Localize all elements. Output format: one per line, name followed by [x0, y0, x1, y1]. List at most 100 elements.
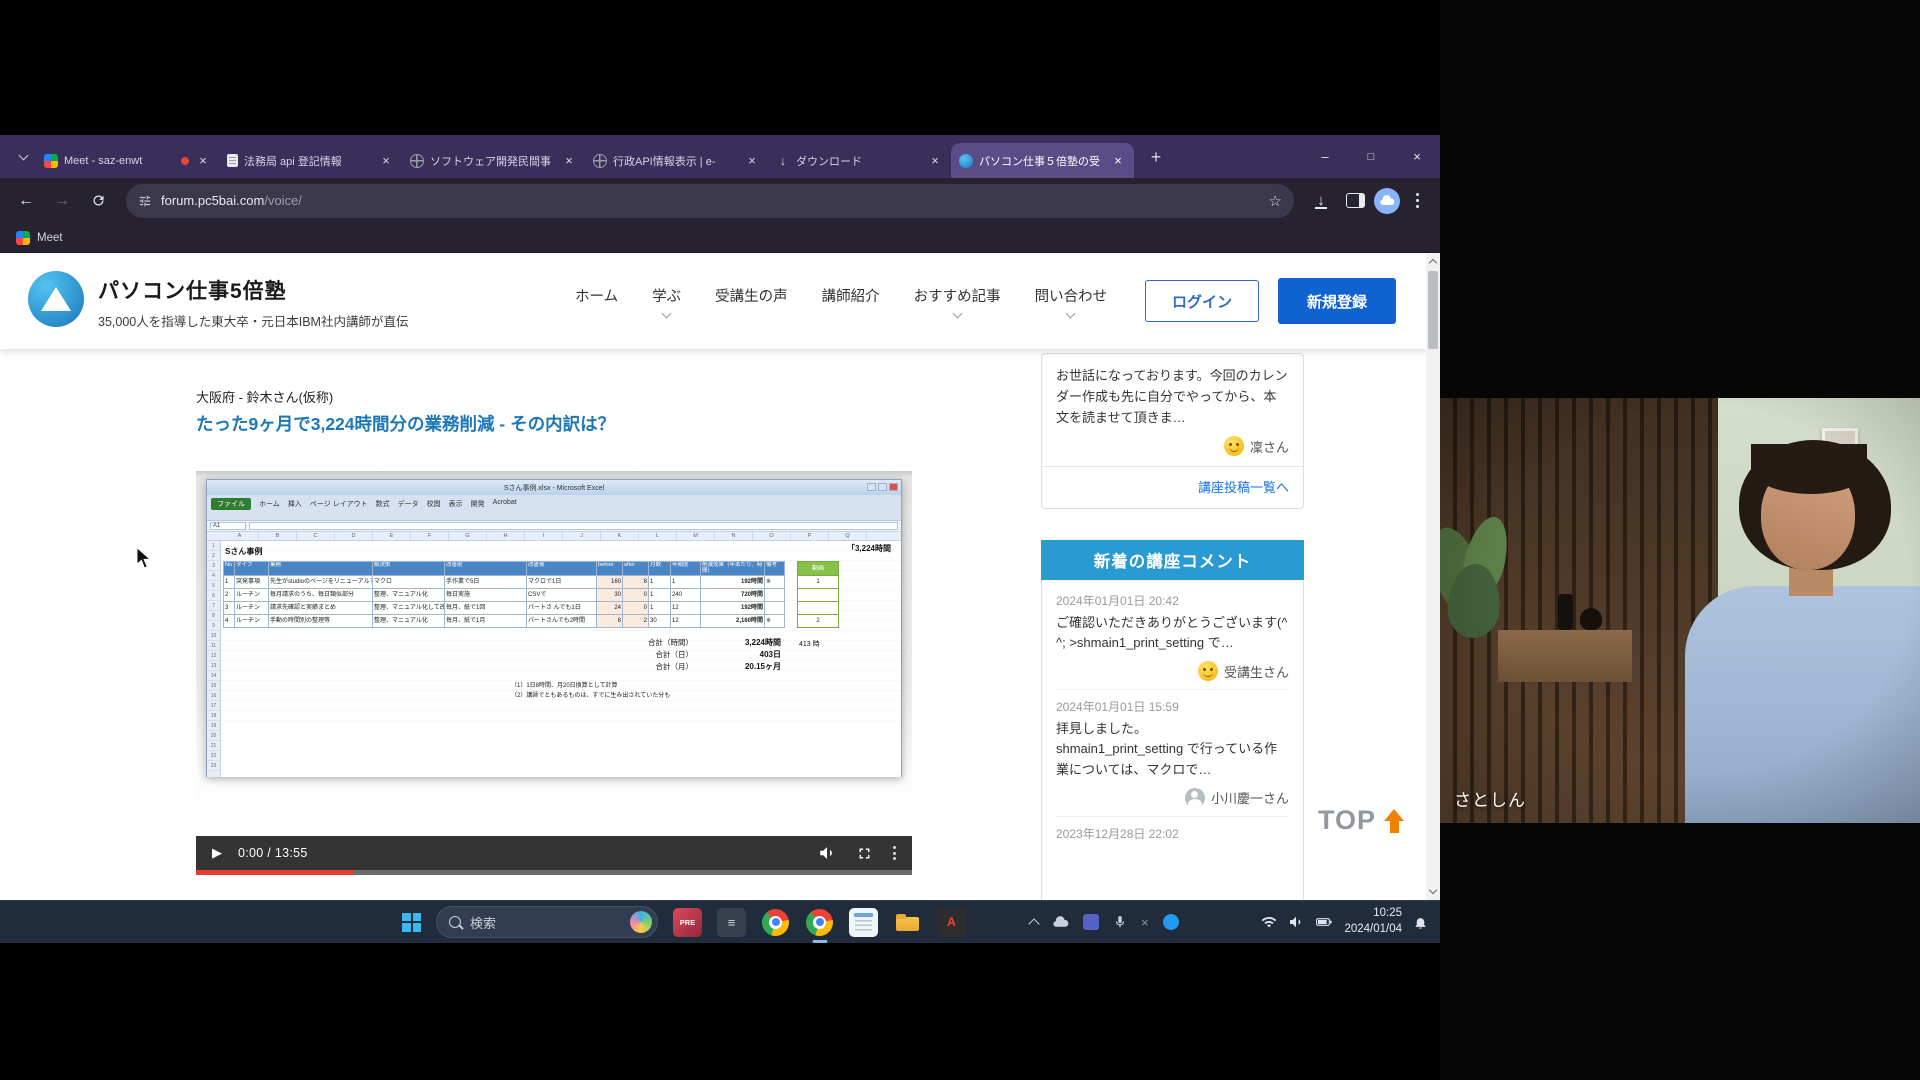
tab-pc5bai-active[interactable]: パソコン仕事５倍塾の受 ×	[951, 143, 1134, 178]
tab-close-icon[interactable]: ×	[195, 153, 211, 169]
excel-notes: （1）1日8時間、月20日換算として計算（2）講師でともあるものは、すでに生み出…	[511, 681, 670, 701]
show-hidden-icons-button[interactable]	[1030, 917, 1038, 928]
tab-strip: Meet - saz-enwt × 法務局 api 登記情報 × ソフトウェア開…	[0, 135, 1440, 178]
search-highlight-icon[interactable]	[630, 911, 652, 933]
taskbar-clock[interactable]: 10:25 2024/01/04	[1344, 906, 1402, 937]
tab-close-icon[interactable]: ×	[1110, 153, 1126, 169]
site-title[interactable]: パソコン仕事5倍塾	[98, 275, 287, 305]
scroll-up-arrow[interactable]	[1426, 254, 1440, 269]
excel-header-cell: 改善前	[445, 561, 527, 576]
wifi-icon[interactable]	[1261, 914, 1277, 930]
nav-item-articles[interactable]: おすすめ記事	[914, 285, 1001, 317]
close-tray-icon[interactable]: ×	[1141, 915, 1149, 930]
taskbar-app-acrobat[interactable]: A	[937, 908, 966, 937]
excel-row-number: 10	[207, 631, 220, 641]
excel-ribbon-tab: 表示	[449, 498, 463, 509]
browser-menu-button[interactable]	[1404, 193, 1430, 208]
excel-cell: CSVで	[527, 589, 597, 602]
speaker-icon[interactable]	[1288, 914, 1304, 930]
tab-search-button[interactable]	[10, 144, 36, 170]
onedrive-icon[interactable]	[1052, 914, 1069, 931]
nav-item-home[interactable]: ホーム	[575, 285, 618, 317]
excel-formula-bar: A1	[207, 521, 901, 532]
taskbar-app-notepad[interactable]	[849, 908, 878, 937]
fullscreen-icon[interactable]	[856, 845, 873, 862]
app-status-icon[interactable]	[1163, 914, 1179, 930]
tab-downloads[interactable]: ダウンロード ×	[768, 143, 951, 178]
play-button-icon[interactable]: ▶	[212, 845, 222, 861]
article-author: 大阪府 - 鈴木さん(仮称)	[196, 387, 333, 406]
back-button[interactable]: ←	[10, 185, 42, 217]
close-button[interactable]: ×	[1394, 135, 1440, 178]
login-button[interactable]: ログイン	[1145, 280, 1259, 322]
taskbar-app-chrome[interactable]	[761, 908, 790, 937]
chevron-up-icon	[1028, 918, 1039, 929]
excel-column-letter: Q	[829, 532, 867, 540]
excel-column-letter: C	[297, 532, 335, 540]
taskbar-app-chrome-active[interactable]	[805, 908, 834, 937]
page-scrollbar[interactable]	[1426, 253, 1440, 900]
nav-item-contact[interactable]: 問い合わせ	[1035, 285, 1108, 317]
new-comments-card: 2024年01月01日 20:42 ご確認いただきありがとうございます(^^; …	[1041, 580, 1304, 900]
site-logo-icon[interactable]	[28, 271, 84, 327]
excel-cell: ルーチン	[235, 589, 269, 602]
course-post-list-link[interactable]: 講座投稿一覧へ	[1198, 477, 1289, 496]
scrollbar-thumb[interactable]	[1428, 271, 1438, 349]
side-panel-button[interactable]	[1340, 186, 1370, 216]
maximize-button[interactable]: □	[1348, 135, 1394, 178]
excel-column-letter: E	[373, 532, 411, 540]
teams-icon[interactable]	[1083, 914, 1099, 930]
new-tab-button[interactable]: +	[1142, 143, 1170, 171]
tab-close-icon[interactable]: ×	[378, 153, 394, 169]
reload-button[interactable]	[82, 185, 114, 217]
tab-gyousei-api[interactable]: 行政API情報表示 | e- ×	[585, 143, 768, 178]
nav-item-voices[interactable]: 受講生の声	[715, 285, 788, 317]
nav-item-instructors[interactable]: 講師紹介	[822, 285, 880, 317]
excel-cell: 1	[223, 576, 235, 589]
video-menu-icon[interactable]	[893, 846, 896, 860]
nav-item-learn[interactable]: 学ぶ	[652, 285, 681, 317]
tab-houmukyoku[interactable]: 法務局 api 登記情報 ×	[219, 143, 402, 178]
system-tray: 10:25 2024/01/04	[1261, 901, 1428, 943]
tab-close-icon[interactable]: ×	[744, 153, 760, 169]
video-player[interactable]: Sさん事例.xlsx - Microsoft Excel ファイル ホーム挿入ペ…	[196, 471, 912, 875]
couch	[1742, 683, 1920, 823]
notifications-bell-icon[interactable]	[1413, 915, 1428, 930]
excel-column-letter: J	[563, 532, 601, 540]
article-title-link[interactable]: たった9ヶ月で3,224時間分の業務削減 - その内訳は？	[196, 411, 615, 436]
excel-ribbon: ファイル ホーム挿入ページ レイアウト数式データ校閲表示開発Acrobat	[207, 495, 901, 521]
excel-green-cell: 1	[797, 576, 839, 589]
window-controls: – □ ×	[1302, 135, 1440, 178]
taskbar-app-terminal[interactable]: ≡	[717, 908, 746, 937]
bookmark-meet[interactable]: Meet	[37, 232, 63, 244]
minimize-button[interactable]: –	[1302, 135, 1348, 178]
tab-meet[interactable]: Meet - saz-enwt ×	[36, 143, 219, 178]
address-bar[interactable]: forum.pc5bai.com/voice/ ☆	[126, 184, 1294, 218]
taskbar-app-explorer[interactable]	[893, 908, 922, 937]
taskbar-app-pre[interactable]: PRE	[673, 908, 702, 937]
site-info-icon[interactable]	[138, 194, 152, 208]
video-progress-bar[interactable]	[196, 870, 912, 875]
excel-ribbon-tab: ページ レイアウト	[310, 498, 368, 509]
tab-title: パソコン仕事５倍塾の受	[979, 153, 1104, 169]
cloud-icon	[1379, 193, 1395, 209]
tab-software[interactable]: ソフトウェア開発民間事 ×	[402, 143, 585, 178]
taskbar-search-box[interactable]: 検索	[436, 906, 658, 938]
battery-icon[interactable]	[1315, 914, 1333, 930]
excel-header-cell: 年頻度	[671, 561, 701, 576]
downloads-button[interactable]: ↓	[1306, 186, 1336, 216]
search-icon	[449, 916, 461, 928]
scroll-down-arrow[interactable]	[1426, 884, 1440, 899]
forward-button[interactable]: →	[46, 185, 78, 217]
excel-cell: 2	[223, 589, 235, 602]
bookmark-star-icon[interactable]: ☆	[1269, 192, 1282, 210]
volume-icon[interactable]	[818, 844, 836, 862]
tab-close-icon[interactable]: ×	[927, 153, 943, 169]
microphone-icon[interactable]	[1113, 915, 1127, 929]
excel-totals: 合計（時間）3,224時間合計（日）403日合計（月）20.15ヶ月	[511, 637, 781, 673]
back-to-top-button[interactable]: TOP	[1318, 805, 1404, 836]
windows-start-button[interactable]	[402, 913, 421, 932]
profile-avatar[interactable]	[1374, 188, 1400, 214]
signup-button[interactable]: 新規登録	[1278, 278, 1396, 324]
tab-close-icon[interactable]: ×	[561, 153, 577, 169]
